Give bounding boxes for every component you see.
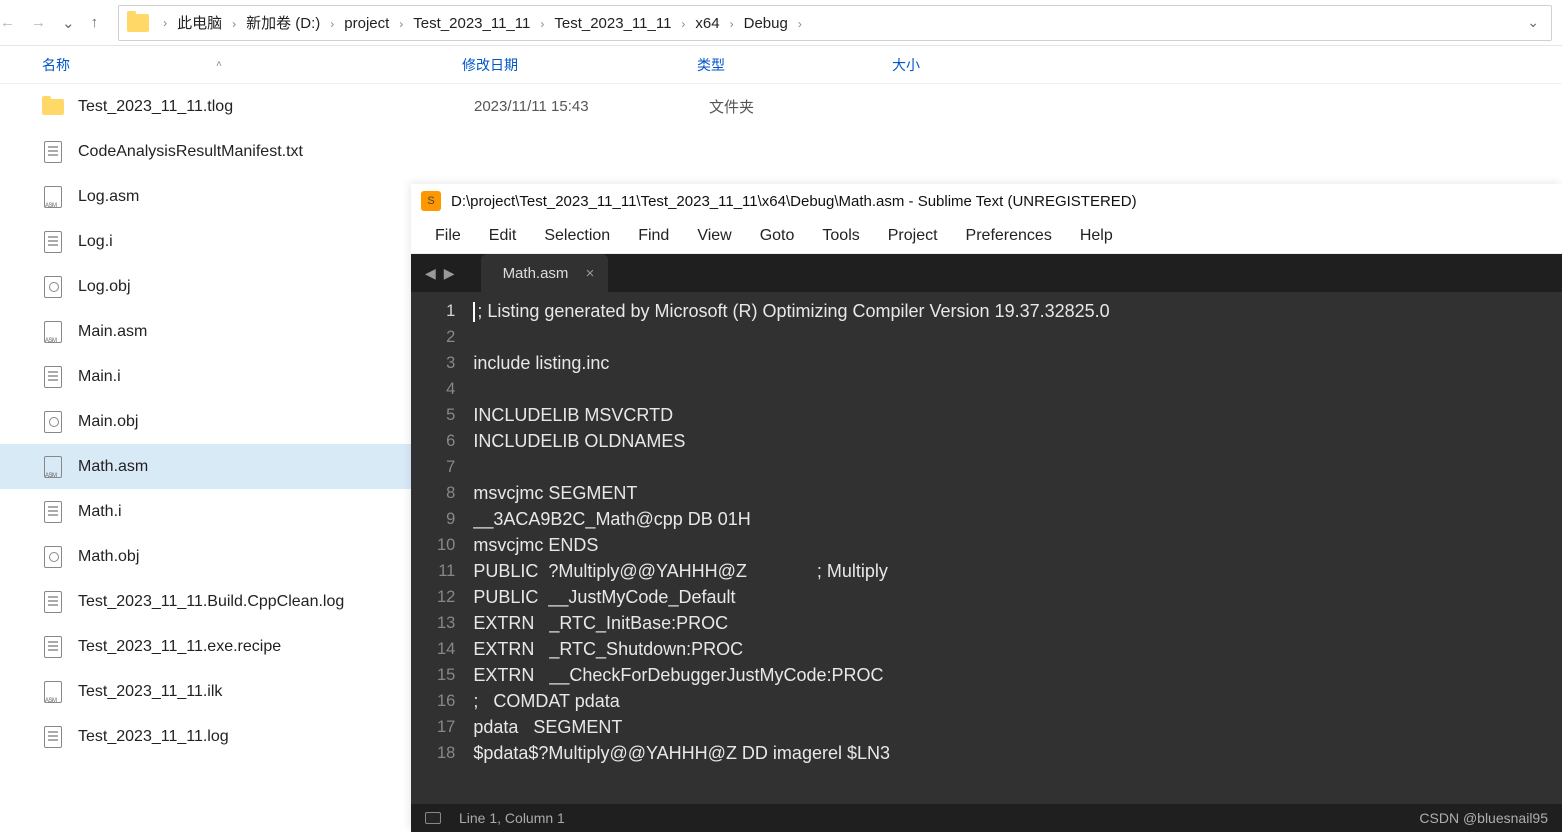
menu-project[interactable]: Project [874, 227, 952, 245]
chevron-right-icon: › [393, 17, 409, 31]
breadcrumb-item[interactable]: project [340, 15, 393, 32]
file-row[interactable]: CodeAnalysisResultManifest.txt [0, 129, 1562, 174]
editor[interactable]: 123456789101112131415161718 ; Listing ge… [411, 292, 1562, 804]
file-type: 文件夹 [709, 96, 904, 117]
sublime-app-icon: S [421, 191, 441, 211]
tab-bar: ◀ ▶ Math.asm × [411, 254, 1562, 292]
doc-icon [44, 636, 62, 658]
chevron-right-icon: › [534, 17, 550, 31]
chevron-right-icon: › [157, 16, 173, 30]
status-text: Line 1, Column 1 [459, 810, 565, 826]
menu-view[interactable]: View [683, 227, 745, 245]
asm-icon [44, 681, 62, 703]
breadcrumb-item[interactable]: 此电脑 [173, 15, 226, 32]
chevron-right-icon: › [675, 17, 691, 31]
file-date: 2023/11/11 15:43 [474, 98, 709, 115]
nav-forward-icon[interactable]: → [31, 14, 46, 31]
asm-icon [44, 321, 62, 343]
breadcrumb-item[interactable]: x64 [691, 15, 723, 32]
folder-icon [127, 14, 149, 32]
watermark: CSDN @bluesnail95 [1419, 810, 1548, 826]
menu-selection[interactable]: Selection [530, 227, 624, 245]
code-area[interactable]: ; Listing generated by Microsoft (R) Opt… [473, 292, 1562, 804]
explorer-nav: ← → ⌄ ↑ › 此电脑›新加卷 (D:)›project›Test_2023… [0, 0, 1562, 46]
file-row[interactable]: Test_2023_11_11.tlog2023/11/11 15:43文件夹 [0, 84, 1562, 129]
sublime-window: S D:\project\Test_2023_11_11\Test_2023_1… [411, 184, 1562, 832]
folder-icon [42, 99, 64, 115]
file-name: Test_2023_11_11.tlog [78, 98, 474, 116]
tab-label: Math.asm [503, 265, 569, 282]
obj-icon [44, 411, 62, 433]
col-size[interactable]: 大小 [892, 55, 992, 75]
sublime-menubar: FileEditSelectionFindViewGotoToolsProjec… [411, 218, 1562, 254]
chevron-down-icon[interactable]: ⌄ [1527, 14, 1543, 31]
tab-mathasm[interactable]: Math.asm × [481, 254, 609, 292]
menu-goto[interactable]: Goto [746, 227, 809, 245]
sublime-title-text: D:\project\Test_2023_11_11\Test_2023_11_… [451, 193, 1137, 210]
nav-back-icon[interactable]: ← [0, 14, 15, 31]
asm-icon [44, 186, 62, 208]
gutter: 123456789101112131415161718 [411, 292, 473, 804]
panel-icon[interactable] [425, 812, 441, 824]
sort-indicator-icon: ˄ [216, 59, 222, 70]
status-bar: Line 1, Column 1 [411, 804, 1562, 832]
breadcrumb-item[interactable]: Test_2023_11_11 [550, 15, 675, 32]
obj-icon [44, 276, 62, 298]
breadcrumb-item[interactable]: Test_2023_11_11 [409, 15, 534, 32]
col-name[interactable]: 名称 [42, 55, 70, 75]
col-type[interactable]: 类型 [697, 55, 892, 75]
menu-find[interactable]: Find [624, 227, 683, 245]
close-icon[interactable]: × [586, 265, 595, 282]
obj-icon [44, 546, 62, 568]
menu-help[interactable]: Help [1066, 227, 1127, 245]
menu-preferences[interactable]: Preferences [952, 227, 1066, 245]
tab-prev-icon[interactable]: ◀ [425, 265, 436, 282]
doc-icon [44, 591, 62, 613]
doc-icon [44, 231, 62, 253]
col-date[interactable]: 修改日期 [462, 55, 697, 75]
asm-icon [44, 456, 62, 478]
doc-icon [44, 141, 62, 163]
chevron-right-icon: › [792, 17, 808, 31]
chevron-right-icon: › [226, 17, 242, 31]
nav-recent-icon[interactable]: ⌄ [62, 14, 75, 32]
doc-icon [44, 366, 62, 388]
chevron-right-icon: › [324, 17, 340, 31]
doc-icon [44, 726, 62, 748]
breadcrumb-item[interactable]: 新加卷 (D:) [242, 15, 324, 32]
doc-icon [44, 501, 62, 523]
menu-tools[interactable]: Tools [808, 227, 873, 245]
address-bar[interactable]: › 此电脑›新加卷 (D:)›project›Test_2023_11_11›T… [118, 5, 1552, 41]
chevron-right-icon: › [724, 17, 740, 31]
nav-up-icon[interactable]: ↑ [91, 14, 99, 31]
column-headers: 名称 ˄ 修改日期 类型 大小 [0, 46, 1562, 84]
sublime-titlebar[interactable]: S D:\project\Test_2023_11_11\Test_2023_1… [411, 184, 1562, 218]
tab-next-icon[interactable]: ▶ [444, 265, 455, 282]
file-name: CodeAnalysisResultManifest.txt [78, 143, 474, 161]
menu-file[interactable]: File [421, 227, 475, 245]
breadcrumb-item[interactable]: Debug [740, 15, 792, 32]
menu-edit[interactable]: Edit [475, 227, 531, 245]
